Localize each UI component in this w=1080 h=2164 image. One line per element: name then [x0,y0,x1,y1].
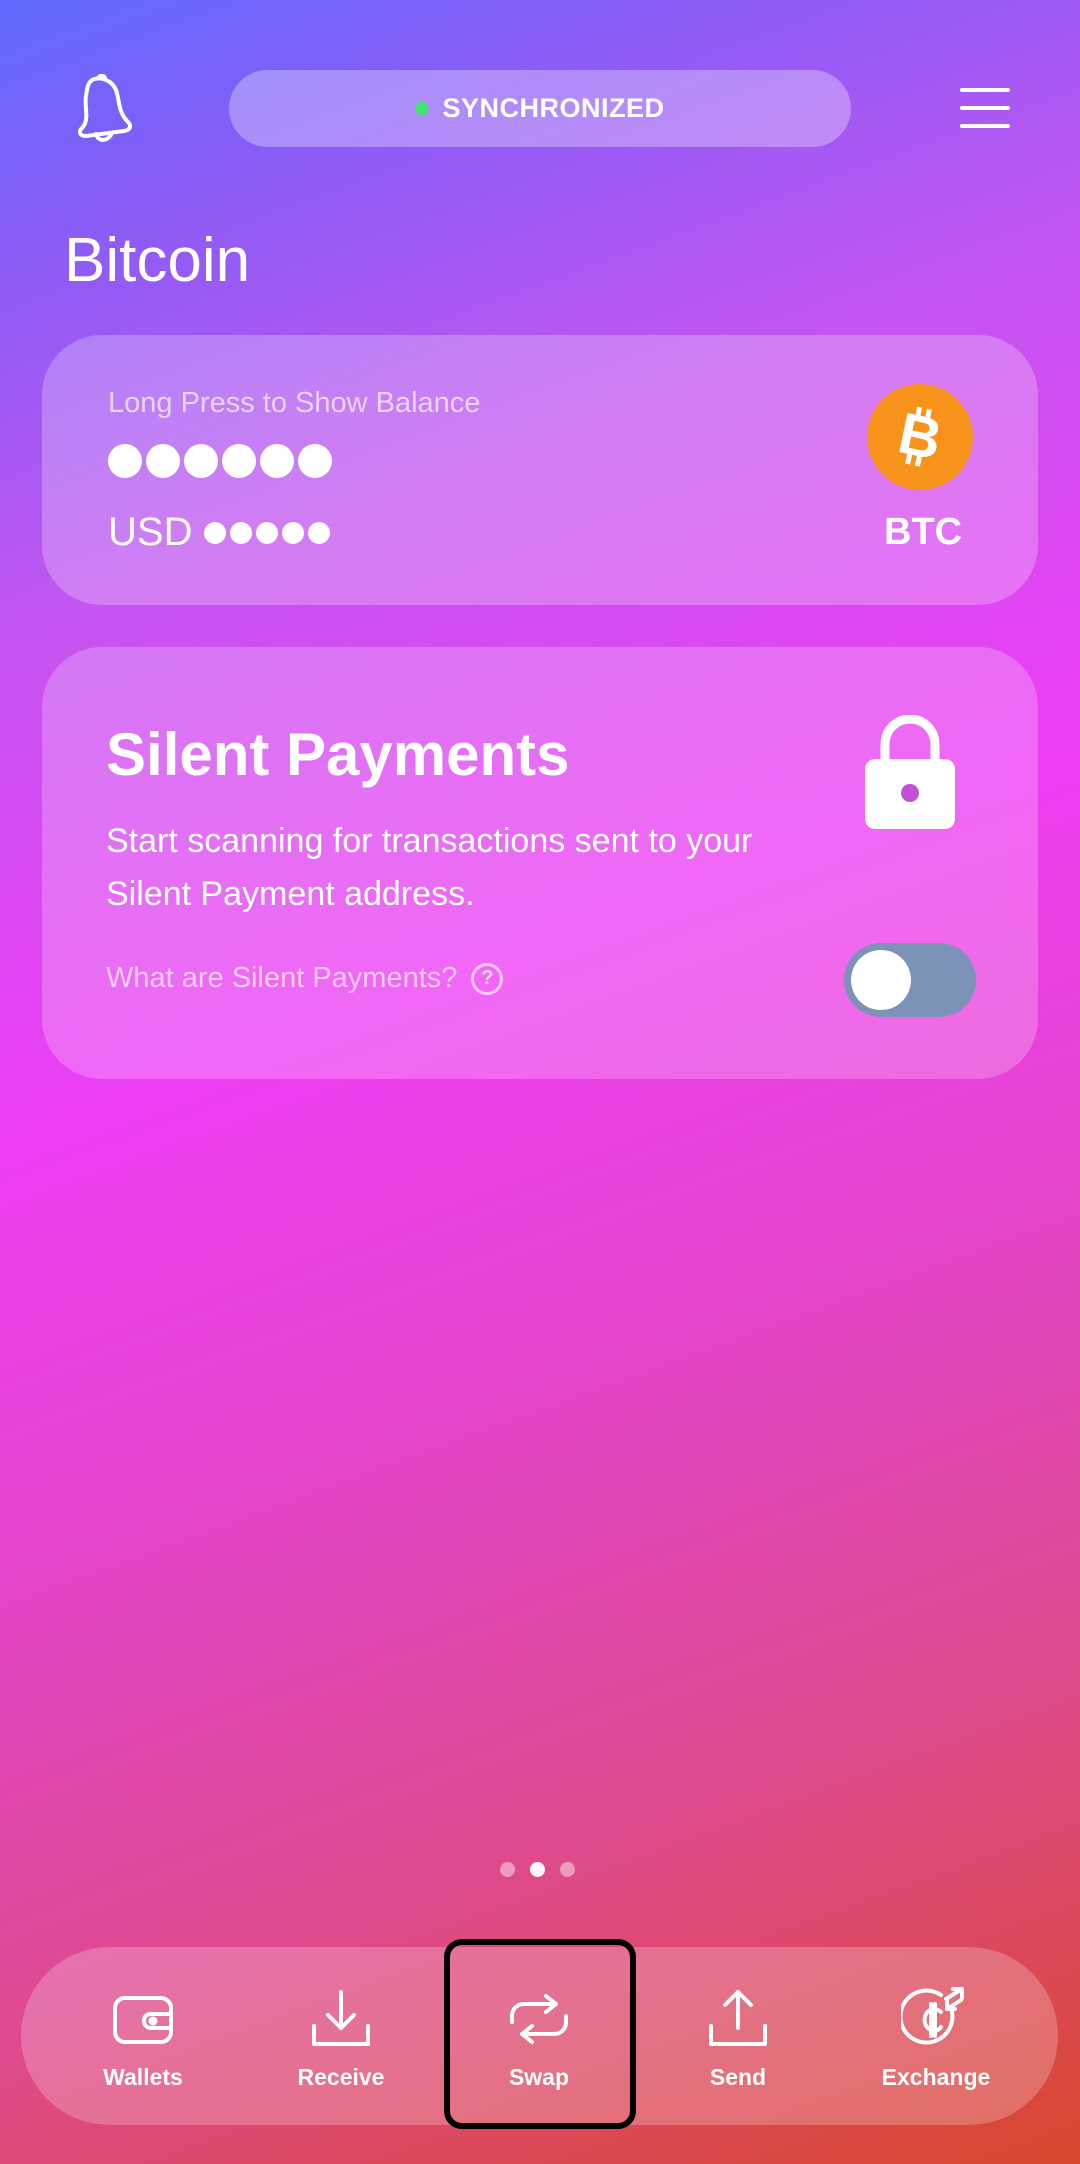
page-indicator [500,1862,575,1877]
menu-button[interactable] [960,88,1010,128]
hidden-fiat-balance: USD [108,510,331,555]
silent-payments-toggle[interactable] [844,943,976,1017]
toggle-knob [851,950,911,1010]
exchange-icon [901,1987,964,2045]
notifications-button[interactable] [70,70,140,150]
hidden-crypto-balance [108,444,332,478]
swap-highlight-frame [444,1939,636,2129]
sync-status-pill: SYNCHRONIZED [229,70,851,147]
nav-receive-label: Receive [297,2064,385,2090]
sync-status-text: SYNCHRONIZED [442,93,665,123]
nav-send-label: Send [709,2064,767,2090]
page-dot [560,1862,575,1877]
question-icon: ? [471,962,504,995]
download-icon [312,1990,370,2046]
page-title: Bitcoin [64,226,251,295]
nav-exchange-button[interactable]: Exchange [856,1984,1016,2094]
upload-icon [709,1990,767,2046]
currency-label: BTC [884,511,963,553]
silent-payments-title: Silent Payments [106,721,570,788]
lock-icon [865,714,955,830]
fiat-balance-mask [204,521,331,544]
nav-receive-button[interactable]: Receive [261,1984,421,2094]
fiat-currency-label: USD [108,510,193,554]
nav-wallets-button[interactable]: Wallets [63,1984,223,2094]
nav-wallets-label: Wallets [103,2064,183,2090]
page-dot-active [530,1862,545,1877]
nav-send-button[interactable]: Send [658,1984,818,2094]
silent-payments-help-link[interactable]: What are Silent Payments? ? [106,962,504,995]
sync-status-dot [415,102,429,115]
wallet-icon [113,1996,173,2044]
bitcoin-icon: B [867,384,973,490]
balance-hint: Long Press to Show Balance [108,387,481,419]
nav-exchange-label: Exchange [881,2064,991,2090]
silent-payments-description: Start scanning for transactions sent to … [106,822,753,913]
bell-icon [77,74,133,142]
page-dot [500,1862,515,1877]
help-link-text: What are Silent Payments? [106,962,458,994]
menu-icon [960,88,1010,92]
